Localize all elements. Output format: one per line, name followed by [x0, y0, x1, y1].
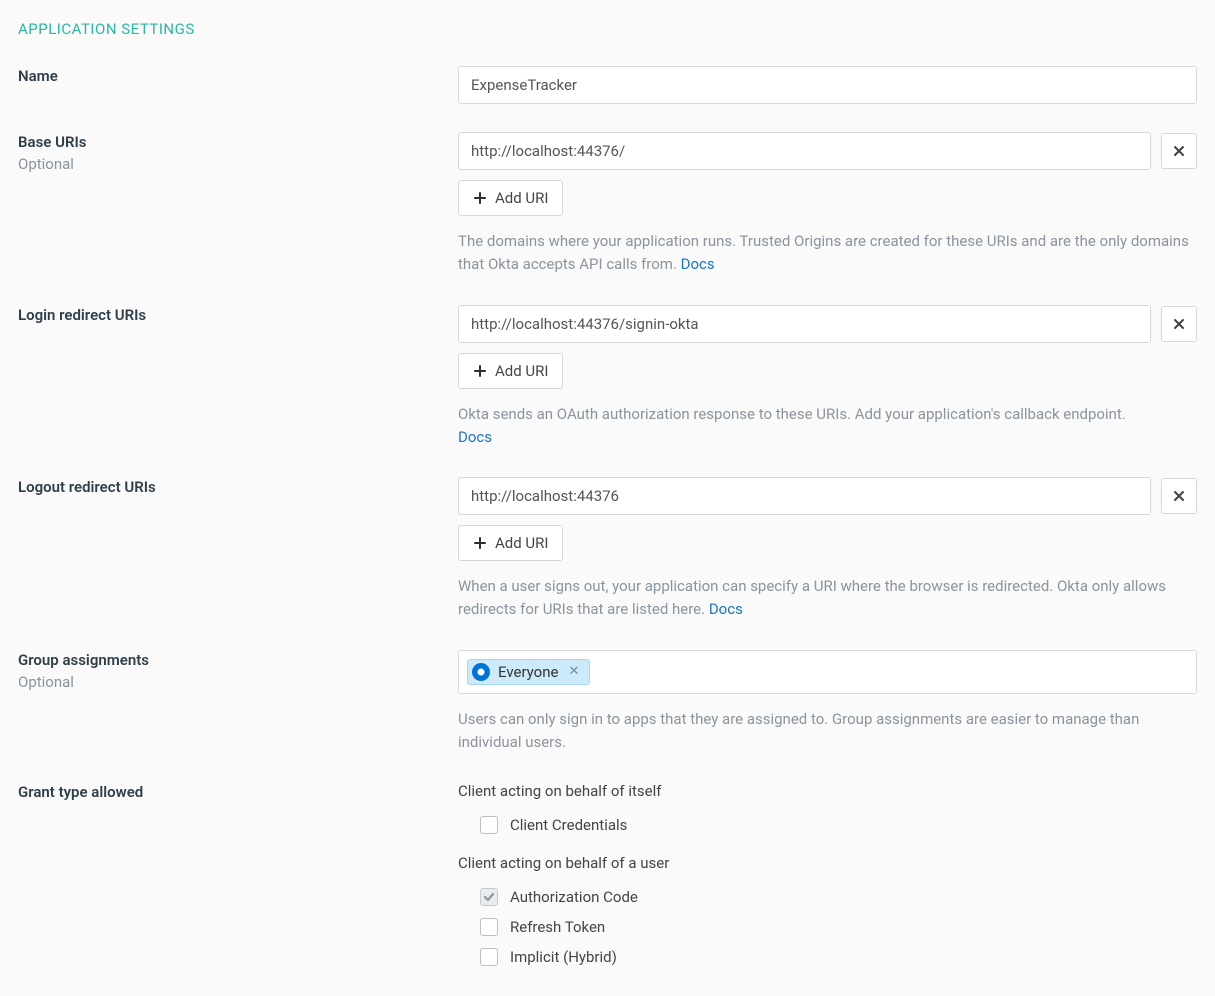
- docs-link-login-redirect[interactable]: Docs: [458, 428, 492, 446]
- grant-self-heading: Client acting on behalf of itself: [458, 782, 1197, 800]
- checkbox-refresh-token[interactable]: Refresh Token: [458, 912, 1197, 942]
- group-assignments-label: Group assignments: [18, 650, 438, 671]
- remove-login-redirect-button[interactable]: [1161, 306, 1197, 342]
- group-chip-label: Everyone: [498, 663, 558, 681]
- name-label: Name: [18, 66, 438, 87]
- checkbox-icon: [480, 918, 498, 936]
- plus-icon: [473, 364, 487, 378]
- section-title: APPLICATION SETTINGS: [18, 20, 1197, 38]
- checkbox-label: Authorization Code: [510, 888, 638, 906]
- checkbox-client-credentials[interactable]: Client Credentials: [458, 810, 1197, 840]
- row-login-redirect: Login redirect URIs Add URI Okta sends a…: [18, 305, 1197, 450]
- add-uri-label: Add URI: [495, 362, 548, 380]
- row-group-assignments: Group assignments Optional Everyone ✕ Us…: [18, 650, 1197, 755]
- add-base-uri-button[interactable]: Add URI: [458, 180, 563, 216]
- add-login-redirect-button[interactable]: Add URI: [458, 353, 563, 389]
- name-input[interactable]: [458, 66, 1197, 104]
- login-redirect-help: Okta sends an OAuth authorization respon…: [458, 403, 1197, 450]
- remove-logout-redirect-button[interactable]: [1161, 478, 1197, 514]
- group-ring-icon: [472, 663, 490, 681]
- logout-redirect-input[interactable]: [458, 477, 1151, 515]
- checkbox-label: Client Credentials: [510, 816, 627, 834]
- plus-icon: [473, 191, 487, 205]
- remove-chip-icon[interactable]: ✕: [566, 664, 581, 679]
- add-logout-redirect-button[interactable]: Add URI: [458, 525, 563, 561]
- base-uri-input[interactable]: [458, 132, 1151, 170]
- row-name: Name: [18, 66, 1197, 104]
- add-uri-label: Add URI: [495, 534, 548, 552]
- add-uri-label: Add URI: [495, 189, 548, 207]
- checkbox-authorization-code[interactable]: Authorization Code: [458, 882, 1197, 912]
- checkbox-icon: [480, 816, 498, 834]
- checkbox-icon: [480, 888, 498, 906]
- docs-link-logout-redirect[interactable]: Docs: [709, 600, 743, 618]
- row-grant-type: Grant type allowed Client acting on beha…: [18, 782, 1197, 972]
- plus-icon: [473, 536, 487, 550]
- checkbox-label: Refresh Token: [510, 918, 605, 936]
- close-icon: [1172, 144, 1186, 158]
- close-icon: [1172, 489, 1186, 503]
- docs-link-base-uris[interactable]: Docs: [681, 255, 715, 273]
- base-uris-help: The domains where your application runs.…: [458, 230, 1197, 277]
- base-uris-label: Base URIs: [18, 132, 438, 153]
- login-redirect-label: Login redirect URIs: [18, 305, 438, 326]
- group-assignments-input[interactable]: Everyone ✕: [458, 650, 1197, 694]
- row-base-uris: Base URIs Optional Add URI The domains w…: [18, 132, 1197, 277]
- grant-type-label: Grant type allowed: [18, 782, 438, 803]
- logout-redirect-label: Logout redirect URIs: [18, 477, 438, 498]
- checkbox-implicit-hybrid[interactable]: Implicit (Hybrid): [458, 942, 1197, 972]
- logout-redirect-help: When a user signs out, your application …: [458, 575, 1197, 622]
- login-redirect-input[interactable]: [458, 305, 1151, 343]
- remove-base-uri-button[interactable]: [1161, 133, 1197, 169]
- checkbox-label: Implicit (Hybrid): [510, 948, 617, 966]
- group-assignments-help: Users can only sign in to apps that they…: [458, 708, 1197, 755]
- close-icon: [1172, 317, 1186, 331]
- base-uris-sublabel: Optional: [18, 155, 438, 173]
- grant-user-heading: Client acting on behalf of a user: [458, 854, 1197, 872]
- row-logout-redirect: Logout redirect URIs Add URI When a user…: [18, 477, 1197, 622]
- checkbox-icon: [480, 948, 498, 966]
- group-assignments-sublabel: Optional: [18, 673, 438, 691]
- group-chip-everyone[interactable]: Everyone ✕: [467, 659, 590, 685]
